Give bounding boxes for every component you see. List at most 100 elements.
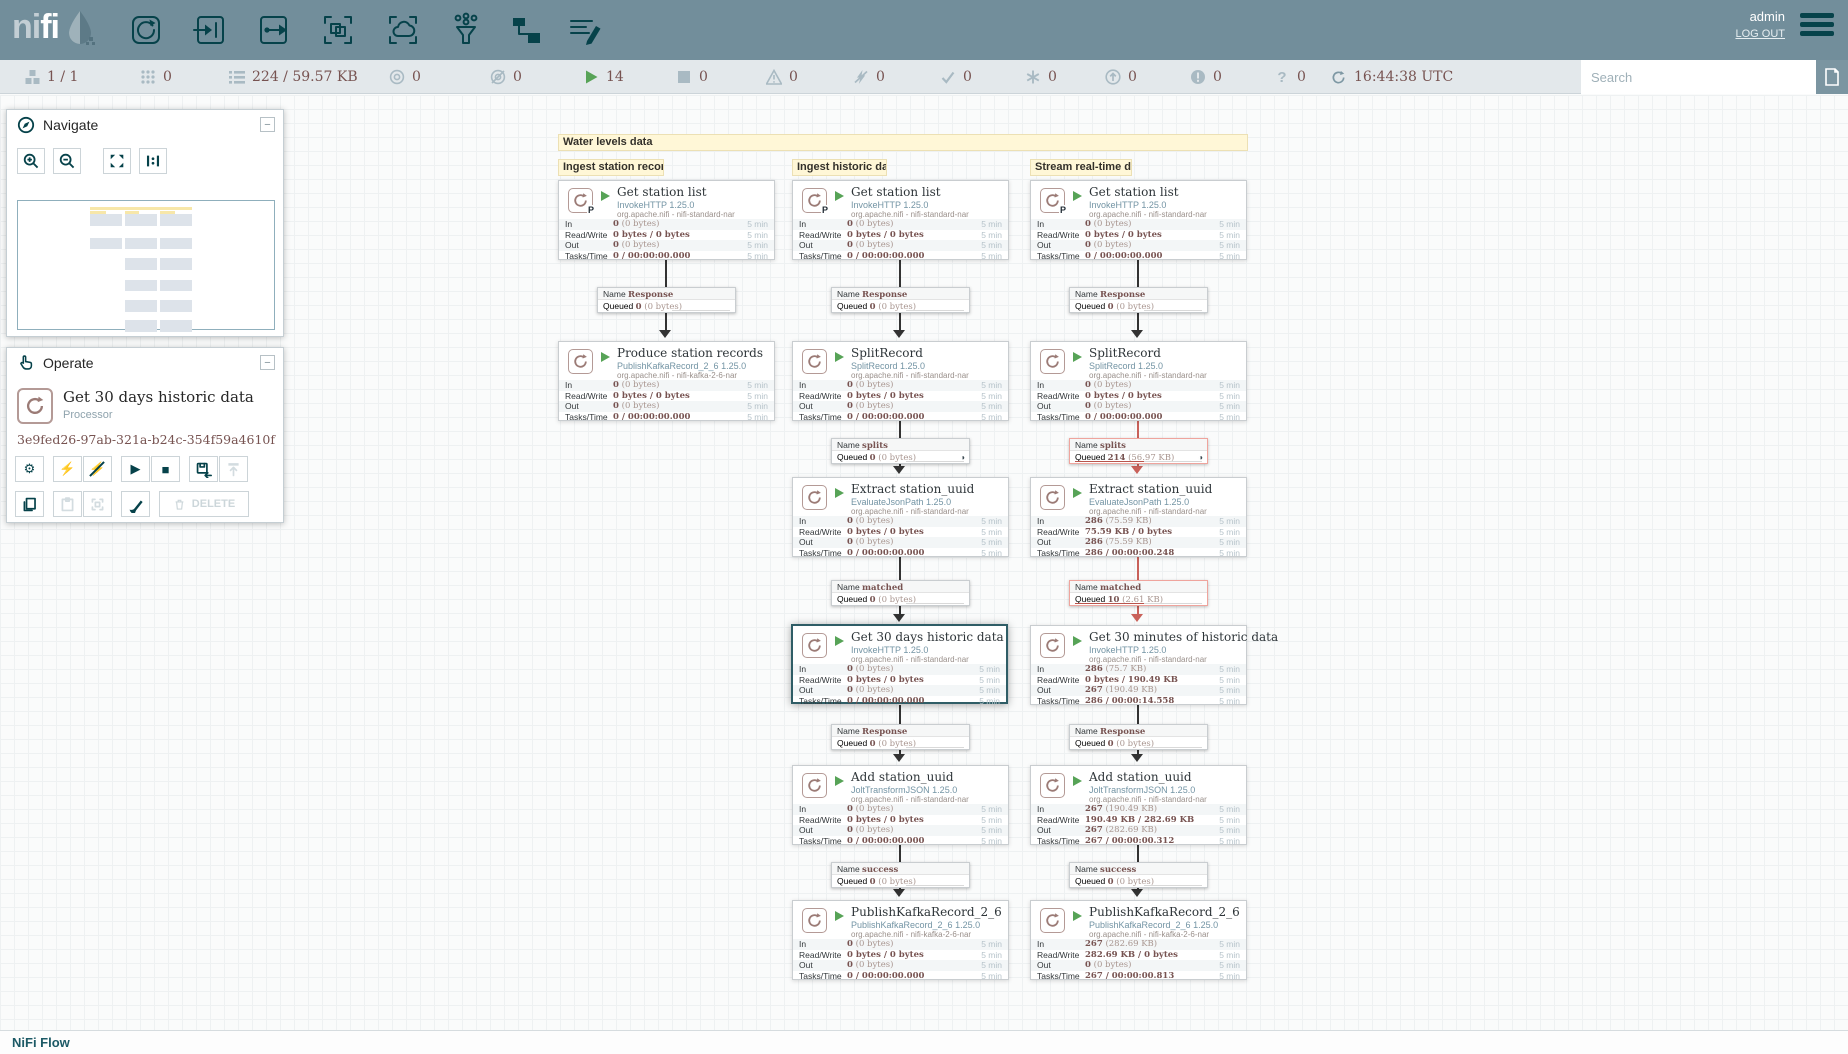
birdseye-minimap[interactable] (17, 200, 275, 330)
disable-button[interactable]: ⚡ (83, 456, 112, 482)
processor-name: Get 30 minutes of historic data (1089, 630, 1278, 644)
processor-type: JoltTransformJSON 1.25.0 (851, 785, 957, 795)
connection-queued-row: Queued 0 (0 bytes) (1070, 737, 1207, 749)
stat-row: Out0 (0 bytes)5 min (793, 960, 1008, 971)
processor-bundle: org.apache.nifi - nifi-standard-nar (851, 507, 969, 516)
queue-track-bar (672, 310, 730, 312)
connection-name-row: Name splits (1070, 439, 1207, 451)
flow-label[interactable]: Water levels data (558, 134, 1248, 151)
group-button[interactable] (83, 491, 112, 517)
minimap-processor (125, 258, 157, 270)
processor[interactable]: PublishKafkaRecord_2_6PublishKafkaRecord… (792, 900, 1009, 980)
connection-label[interactable]: Name ResponseQueued 0 (0 bytes) (1069, 724, 1208, 750)
process-group-component-button[interactable] (320, 12, 356, 48)
logout-link[interactable]: LOG OUT (1735, 28, 1785, 40)
minimap-processor (160, 320, 192, 332)
nifi-droplet-icon (63, 9, 97, 47)
stat-row: In267 (282.69 KB)5 min (1031, 939, 1246, 950)
output-port-component-button[interactable] (256, 12, 292, 48)
connection-label[interactable]: Name matchedQueued 0 (0 bytes) (831, 580, 970, 606)
connection-label[interactable]: Name ResponseQueued 0 (0 bytes) (831, 724, 970, 750)
stat-row: In0 (0 bytes)5 min (793, 516, 1008, 527)
processor-component-button[interactable] (128, 12, 164, 48)
connection-name-row: Name Response (832, 725, 969, 737)
processor-icon (802, 633, 827, 658)
ports-grid-icon (140, 69, 156, 85)
flow-label[interactable]: Ingest station records (558, 159, 664, 176)
processor-type: JoltTransformJSON 1.25.0 (1089, 785, 1195, 795)
processor[interactable]: Add station_uuidJoltTransformJSON 1.25.0… (1030, 765, 1247, 845)
processor-glyph-icon (24, 395, 46, 417)
processor[interactable]: PGet station listInvokeHTTP 1.25.0org.ap… (558, 180, 775, 260)
flow-canvas[interactable]: Water levels data Ingest station records I… (0, 95, 1848, 1030)
stop-button[interactable]: ■ (151, 456, 180, 482)
operate-collapse-button[interactable]: − (260, 355, 275, 370)
processor-name: PublishKafkaRecord_2_6 (1089, 905, 1240, 919)
bulletin-board-button[interactable] (1816, 60, 1848, 94)
connection-label[interactable]: Name splitsQueued 214 (56.97 KB)◑ (1069, 438, 1208, 464)
save-flow-version-button[interactable] (189, 456, 218, 482)
processor[interactable]: Extract station_uuidEvaluateJsonPath 1.2… (1030, 477, 1247, 557)
flow-label[interactable]: Ingest historic data (792, 159, 887, 176)
minimap-processor (125, 214, 157, 226)
processor-name: Extract station_uuid (1089, 482, 1212, 496)
connection-label[interactable]: Name ResponseQueued 0 (0 bytes) (1069, 287, 1208, 313)
connection-label[interactable]: Name successQueued 0 (0 bytes) (1069, 862, 1208, 888)
connection-label[interactable]: Name ResponseQueued 0 (0 bytes) (831, 287, 970, 313)
copy-button[interactable] (15, 491, 44, 517)
zoom-in-button[interactable] (17, 148, 45, 174)
breadcrumb[interactable]: NiFi Flow (12, 1035, 70, 1050)
processor[interactable]: Add station_uuidJoltTransformJSON 1.25.0… (792, 765, 1009, 845)
fill-color-button[interactable] (121, 491, 150, 517)
stat-row: In0 (0 bytes)5 min (559, 219, 774, 230)
processor[interactable]: Get 30 minutes of historic dataInvokeHTT… (1030, 625, 1247, 705)
zoom-actual-button[interactable] (139, 148, 167, 174)
global-menu-button[interactable] (1800, 13, 1834, 43)
running-indicator-icon (835, 191, 844, 201)
processor-icon (1040, 349, 1065, 374)
connection-label[interactable]: Name splitsQueued 0 (0 bytes)◑ (831, 438, 970, 464)
flow-label[interactable]: Stream real-time data (1030, 159, 1132, 176)
stat-row: Read/Write75.59 KB / 0 bytes5 min (1031, 527, 1246, 538)
processor[interactable]: Get 30 days historic dataInvokeHTTP 1.25… (791, 624, 1008, 704)
status-locally-modified-count: 0 (1048, 69, 1057, 85)
remote-process-group-component-button[interactable] (385, 12, 421, 48)
connection-label[interactable]: Name matchedQueued 10 (2.61 KB) (1069, 580, 1208, 606)
funnel-component-button[interactable] (448, 12, 484, 48)
input-port-component-button[interactable] (192, 12, 228, 48)
stat-row: In0 (0 bytes)5 min (793, 380, 1008, 391)
processor[interactable]: Extract station_uuidEvaluateJsonPath 1.2… (792, 477, 1009, 557)
minimap-label (90, 207, 192, 210)
processor[interactable]: PublishKafkaRecord_2_6PublishKafkaRecord… (1030, 900, 1247, 980)
processor[interactable]: SplitRecordSplitRecord 1.25.0org.apache.… (792, 341, 1009, 421)
configuration-button[interactable]: ⚙ (15, 456, 44, 482)
processor-type: PublishKafkaRecord_2_6 1.25.0 (851, 920, 980, 930)
processor[interactable]: PGet station listInvokeHTTP 1.25.0org.ap… (792, 180, 1009, 260)
connection-label[interactable]: Name successQueued 0 (0 bytes) (831, 862, 970, 888)
selected-component-kind: Processor (63, 409, 113, 421)
navigate-collapse-button[interactable]: − (260, 117, 275, 132)
primary-node-badge: P (1059, 205, 1067, 215)
label-component-button[interactable] (566, 12, 602, 48)
zoom-fit-button[interactable] (103, 148, 131, 174)
processor-type: InvokeHTTP 1.25.0 (1089, 645, 1166, 655)
processor[interactable]: PGet station listInvokeHTTP 1.25.0org.ap… (1030, 180, 1247, 260)
start-button[interactable]: ▶ (121, 456, 150, 482)
not-transmitting-icon (490, 69, 506, 85)
processor[interactable]: SplitRecordSplitRecord 1.25.0org.apache.… (1030, 341, 1247, 421)
search-input[interactable] (1581, 60, 1816, 94)
status-running-count: 14 (606, 69, 624, 85)
refresh-icon[interactable] (1331, 70, 1346, 85)
delete-button[interactable]: DELETE (159, 491, 249, 517)
processor[interactable]: Produce station recordsPublishKafkaRecor… (558, 341, 775, 421)
selected-component-id: 3e9fed26-97ab-321a-b24c-354f59a4610f (17, 432, 275, 447)
processor-type: InvokeHTTP 1.25.0 (851, 645, 928, 655)
connection-label[interactable]: Name ResponseQueued 0 (0 bytes) (597, 287, 736, 313)
nifi-logo: nifi (12, 8, 97, 47)
update-version-button[interactable] (219, 456, 248, 482)
zoom-out-button[interactable] (53, 148, 81, 174)
enable-button[interactable]: ⚡ (53, 456, 82, 482)
paste-button[interactable] (53, 491, 82, 517)
template-component-button[interactable] (508, 12, 544, 48)
operate-header: Operate − (7, 348, 283, 378)
